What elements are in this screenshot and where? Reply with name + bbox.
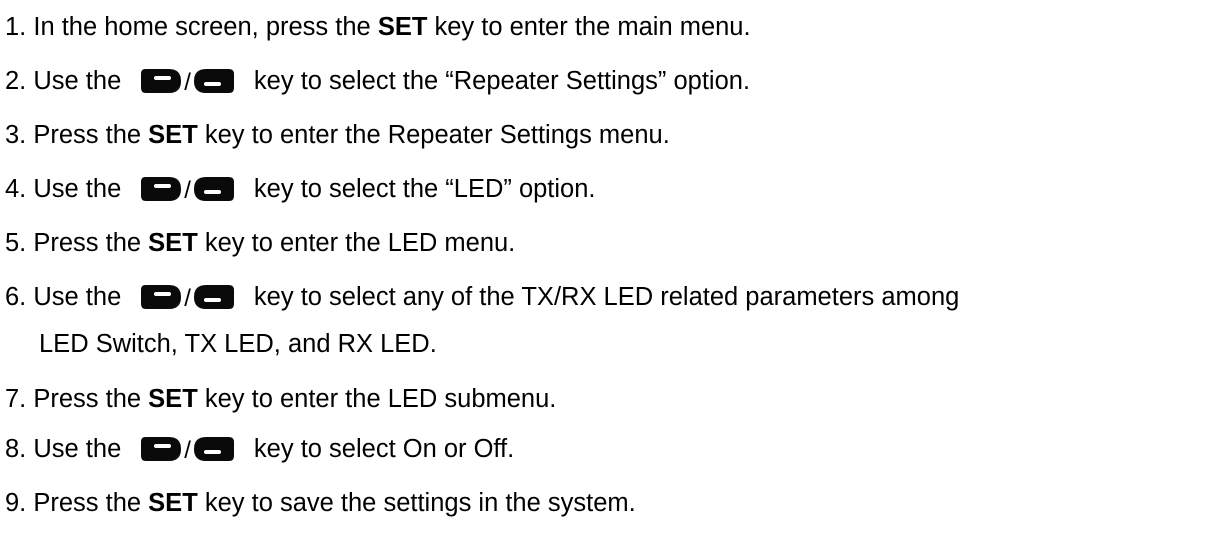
set-key-label: SET — [377, 13, 428, 41]
step-text: key to enter the Repeater Settings menu. — [197, 121, 670, 149]
step-text: Press the — [26, 385, 149, 413]
step-9: 9. Press the SET key to save the setting… — [5, 476, 1225, 530]
step-text: Use the — [26, 283, 122, 311]
step-text: Use the — [26, 435, 122, 463]
up-down-keys: / — [139, 64, 236, 96]
step-number: 3. — [5, 121, 27, 149]
set-key-label: SET — [148, 489, 198, 517]
up-key-icon — [139, 282, 183, 312]
step-text: key to select the “Repeater Settings” op… — [253, 67, 751, 95]
step-text: key to enter the LED menu. — [197, 229, 516, 257]
step-2: 2. Use the / key to select the “Repeater S… — [5, 54, 1225, 108]
step-4: 4. Use the / key to select the “LED” optio… — [5, 162, 1225, 216]
step-number: 4. — [5, 175, 27, 203]
instruction-steps: 1. In the home screen, press the SET key… — [5, 0, 1225, 530]
step-3: 3. Press the SET key to enter the Repeat… — [5, 108, 1225, 162]
set-key-label: SET — [148, 385, 198, 413]
step-number: 1. — [5, 13, 27, 41]
up-down-keys: / — [139, 432, 236, 464]
step-text: Press the — [26, 229, 149, 257]
up-key-icon — [139, 174, 183, 204]
step-number: 9. — [5, 489, 27, 517]
step-7: 7. Press the SET key to enter the LED su… — [5, 372, 1225, 422]
step-1: 1. In the home screen, press the SET key… — [5, 0, 1225, 54]
step-text: Use the — [26, 67, 122, 95]
step-number: 7. — [5, 385, 27, 413]
step-number: 5. — [5, 229, 27, 257]
step-6-continuation: LED Switch, TX LED, and RX LED. — [39, 330, 437, 358]
set-key-label: SET — [148, 121, 198, 149]
step-text: In the home screen, press the — [26, 13, 378, 41]
up-key-icon — [139, 66, 183, 96]
step-number: 6. — [5, 283, 27, 311]
step-text: key to select On or Off. — [253, 435, 515, 463]
step-text: key to select any of the TX/RX LED relat… — [253, 283, 960, 311]
down-key-icon — [192, 174, 236, 204]
up-down-keys: / — [139, 172, 236, 204]
step-number: 8. — [5, 435, 27, 463]
set-key-label: SET — [148, 229, 198, 257]
step-text: Press the — [26, 121, 149, 149]
step-text: key to enter the LED submenu. — [197, 385, 557, 413]
key-separator: / — [184, 436, 191, 464]
step-text: key to save the settings in the system. — [197, 489, 636, 517]
down-key-icon — [192, 282, 236, 312]
step-8: 8. Use the / key to select On or Off. — [5, 422, 1225, 476]
step-text: key to select the “LED” option. — [253, 175, 596, 203]
key-separator: / — [184, 284, 191, 312]
step-5: 5. Press the SET key to enter the LED me… — [5, 216, 1225, 270]
step-text: Press the — [26, 489, 149, 517]
key-separator: / — [184, 176, 191, 204]
step-text: key to enter the main menu. — [427, 13, 751, 41]
up-down-keys: / — [139, 280, 236, 312]
down-key-icon — [192, 434, 236, 464]
down-key-icon — [192, 66, 236, 96]
up-key-icon — [139, 434, 183, 464]
key-separator: / — [184, 68, 191, 96]
step-text: Use the — [26, 175, 122, 203]
step-6: 6. Use the / key to select any of the TX/R… — [5, 270, 1225, 324]
step-number: 2. — [5, 67, 27, 95]
